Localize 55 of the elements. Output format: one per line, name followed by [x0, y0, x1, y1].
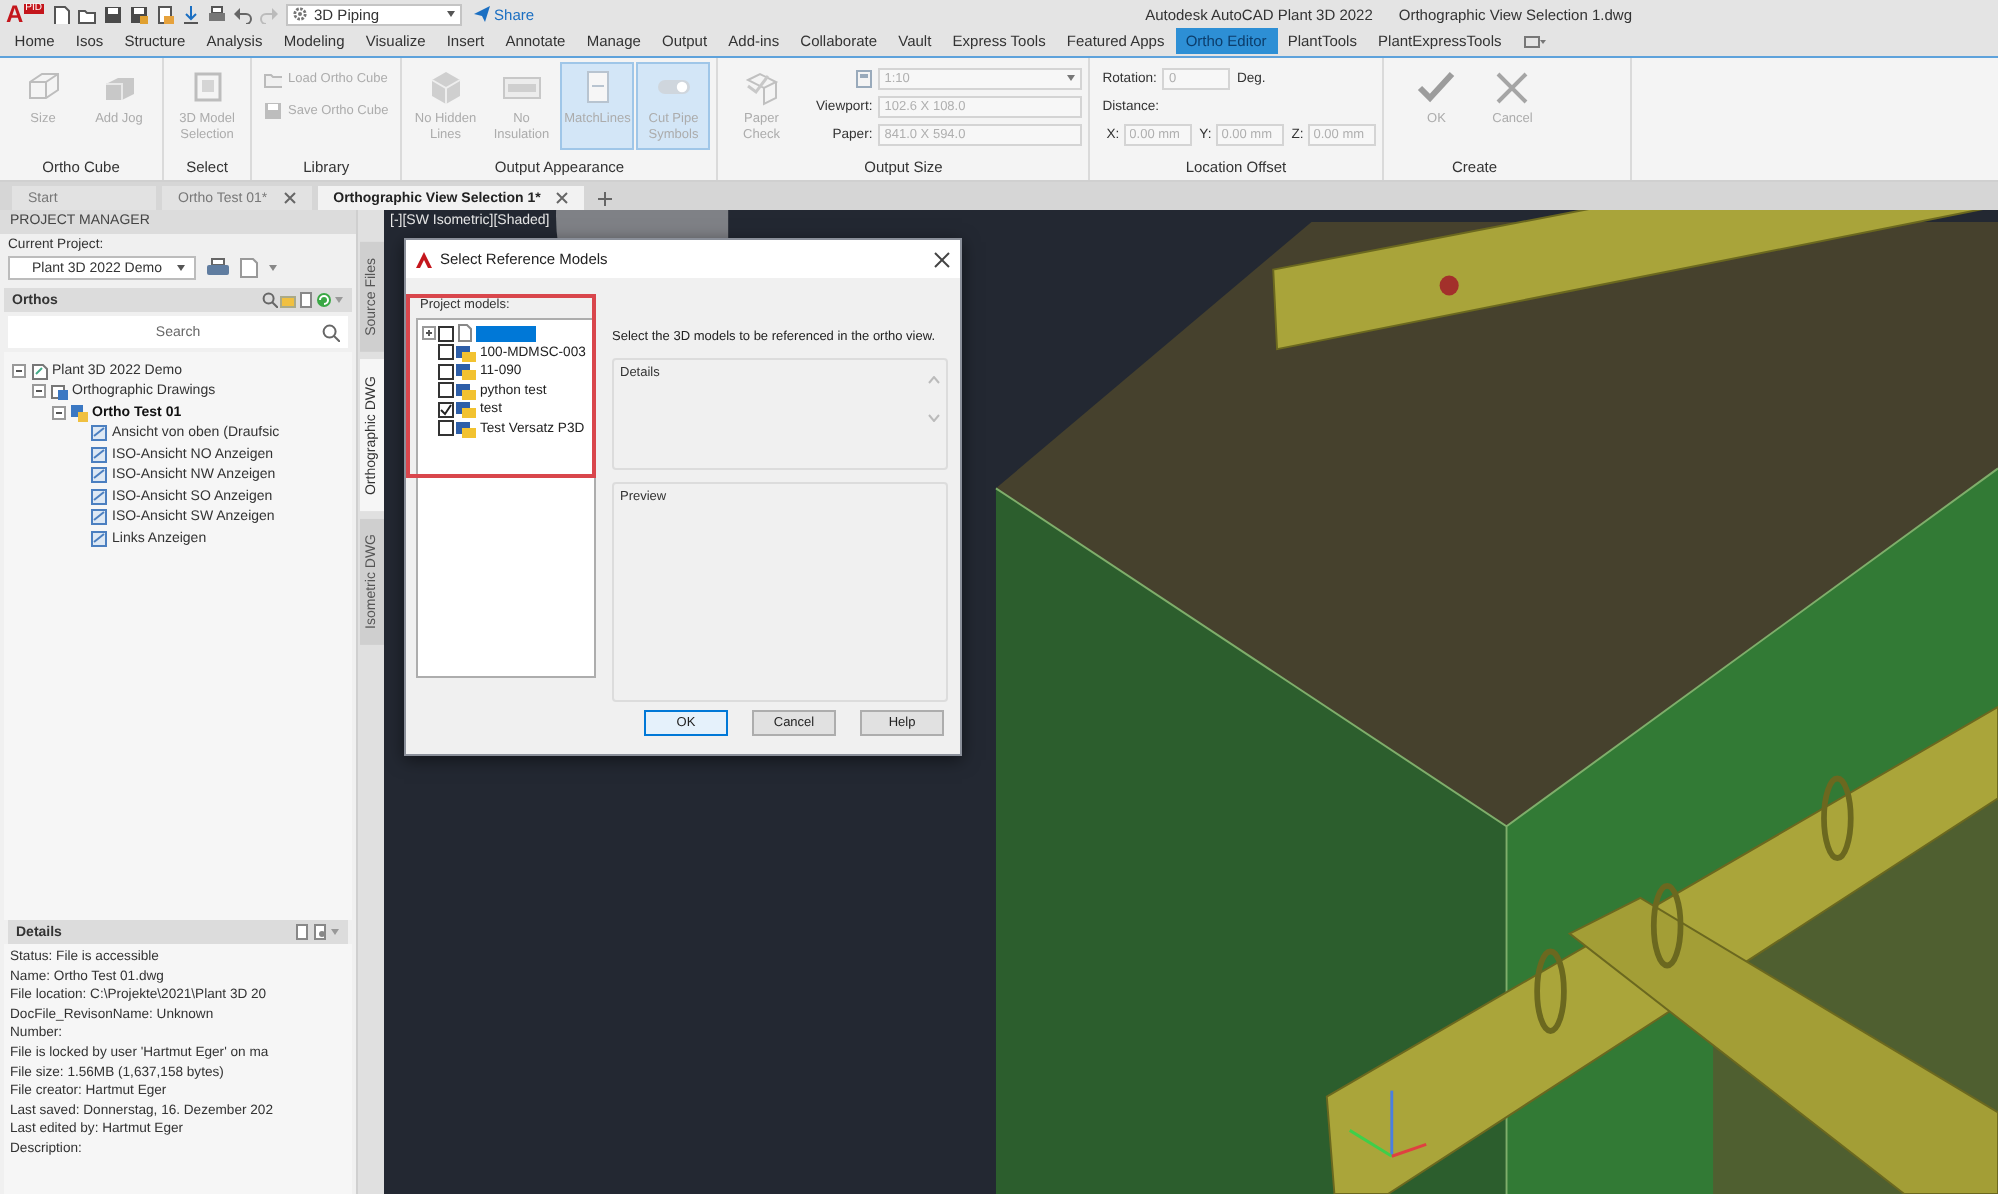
caret-icon[interactable] — [176, 264, 186, 272]
printer-icon[interactable] — [208, 5, 227, 23]
checkbox[interactable] — [438, 344, 454, 361]
undo-icon[interactable] — [234, 5, 253, 23]
checkbox[interactable] — [438, 363, 454, 380]
checkbox[interactable] — [438, 382, 454, 399]
close-icon[interactable] — [934, 251, 950, 267]
panel-toggle-icon[interactable] — [1524, 36, 1547, 48]
view-icon — [90, 529, 108, 548]
view-icon — [90, 445, 108, 464]
caret-icon[interactable] — [446, 10, 457, 18]
refresh-icon[interactable] — [316, 292, 332, 308]
check-mark — [440, 403, 452, 416]
drawing-file-icon — [70, 403, 88, 422]
view-icon — [90, 466, 108, 485]
save-as-icon[interactable] — [130, 5, 149, 23]
close-icon[interactable] — [556, 192, 569, 204]
checkbox[interactable] — [438, 401, 454, 418]
document-icon[interactable] — [312, 924, 328, 940]
close-icon[interactable] — [283, 192, 296, 204]
paper-plane-icon — [474, 6, 491, 22]
import-icon[interactable] — [182, 5, 201, 23]
checkbox[interactable] — [438, 420, 454, 437]
folder-icon — [264, 70, 282, 88]
axis-icon — [1348, 1090, 1427, 1158]
open-folder-icon[interactable] — [78, 5, 97, 23]
printer-icon[interactable] — [206, 258, 230, 278]
caret-icon[interactable] — [268, 264, 278, 272]
collapse-icon[interactable] — [12, 363, 26, 378]
plus-icon[interactable] — [598, 191, 613, 205]
expand-icon[interactable] — [421, 326, 435, 341]
search-icon[interactable] — [322, 324, 340, 342]
check-icon — [1416, 68, 1457, 108]
gear-icon — [292, 6, 309, 22]
search-icon[interactable] — [262, 292, 278, 308]
checkbox[interactable] — [438, 325, 454, 342]
save-icon — [264, 102, 282, 120]
project-icon — [30, 361, 48, 380]
cross-icon — [1492, 68, 1533, 108]
document-icon[interactable] — [294, 924, 310, 940]
app-logo: A — [6, 2, 24, 26]
collapse-icon[interactable] — [32, 384, 46, 399]
collapse-icon[interactable] — [52, 405, 66, 420]
app-logo-icon — [416, 251, 432, 267]
view-icon — [90, 424, 108, 443]
save-icon[interactable] — [104, 5, 123, 23]
drawings-folder-icon — [50, 382, 68, 401]
paper-icon — [741, 68, 782, 108]
caret-icon[interactable] — [1066, 74, 1077, 82]
new-file-icon[interactable] — [52, 5, 71, 23]
view-icon — [90, 487, 108, 506]
selection-highlight[interactable] — [476, 325, 536, 342]
document-icon[interactable] — [156, 5, 175, 23]
document-icon[interactable] — [298, 292, 314, 308]
view-icon — [90, 508, 108, 527]
